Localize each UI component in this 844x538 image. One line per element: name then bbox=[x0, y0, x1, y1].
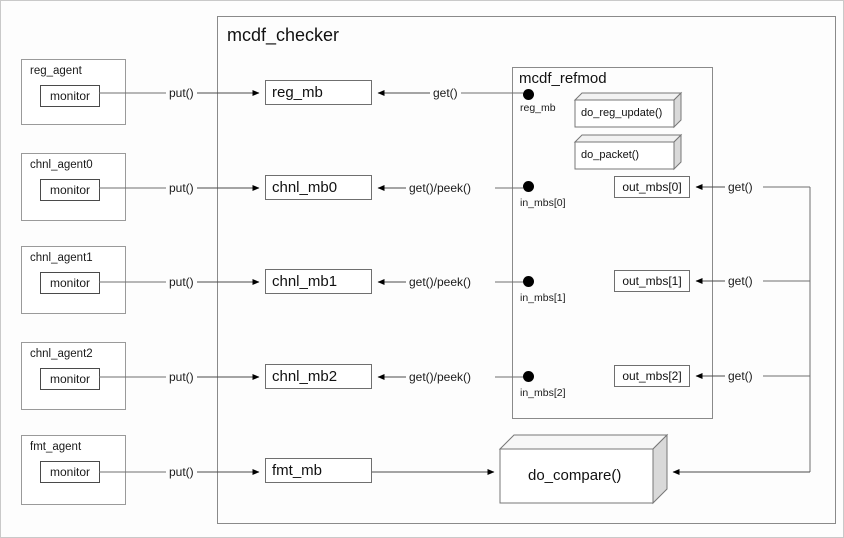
agent-label: chnl_agent2 bbox=[30, 348, 93, 360]
port-dot-reg-mb[interactable] bbox=[523, 89, 534, 100]
edge-label-getpeek-chnl0: get()/peek() bbox=[406, 181, 475, 195]
edge-label-get-out2: get() bbox=[725, 369, 756, 383]
cube-label-do-compare: do_compare() bbox=[528, 467, 622, 484]
port-dot-in-mbs-1[interactable] bbox=[523, 276, 534, 287]
mcdf-checker-title: mcdf_checker bbox=[227, 25, 340, 45]
diagram-canvas: mcdf_checker mcdf_refmod reg_agent monit… bbox=[0, 0, 844, 538]
edge-label-getpeek-chnl2: get()/peek() bbox=[406, 370, 475, 384]
agent-label: fmt_agent bbox=[30, 441, 82, 453]
edge-label-get-out0: get() bbox=[725, 180, 756, 194]
monitor-box[interactable]: monitor bbox=[40, 368, 100, 390]
port-label-in-mbs-0: in_mbs[0] bbox=[520, 197, 566, 209]
port-dot-in-mbs-2[interactable] bbox=[523, 371, 534, 382]
agent-box-chnl-agent2[interactable]: chnl_agent2 monitor bbox=[21, 342, 126, 410]
mcdf-refmod-title: mcdf_refmod bbox=[519, 70, 607, 87]
edge-label-put-chnl0: put() bbox=[166, 181, 197, 195]
edge-label-put-fmt: put() bbox=[166, 465, 197, 479]
mailbox-chnl-mb0[interactable]: chnl_mb0 bbox=[265, 175, 372, 200]
monitor-box[interactable]: monitor bbox=[40, 461, 100, 483]
port-label-reg-mb: reg_mb bbox=[520, 102, 556, 114]
mailbox-fmt-mb[interactable]: fmt_mb bbox=[265, 458, 372, 483]
agent-box-fmt-agent[interactable]: fmt_agent monitor bbox=[21, 435, 126, 505]
edge-label-get-out1: get() bbox=[725, 274, 756, 288]
mailbox-chnl-mb1[interactable]: chnl_mb1 bbox=[265, 269, 372, 294]
port-label-in-mbs-2: in_mbs[2] bbox=[520, 387, 566, 399]
edge-label-put-chnl2: put() bbox=[166, 370, 197, 384]
edge-label-getpeek-chnl1: get()/peek() bbox=[406, 275, 475, 289]
cube-label-do-reg-update: do_reg_update() bbox=[581, 107, 663, 119]
edge-label-put-reg: put() bbox=[166, 86, 197, 100]
port-dot-in-mbs-0[interactable] bbox=[523, 181, 534, 192]
port-label-in-mbs-1: in_mbs[1] bbox=[520, 292, 566, 304]
agent-box-chnl-agent1[interactable]: chnl_agent1 monitor bbox=[21, 246, 126, 314]
out-mailbox-0[interactable]: out_mbs[0] bbox=[614, 176, 690, 198]
agent-label: chnl_agent1 bbox=[30, 252, 93, 264]
cube-label-do-packet: do_packet() bbox=[581, 149, 640, 161]
agent-box-reg-agent[interactable]: reg_agent monitor bbox=[21, 59, 126, 125]
monitor-box[interactable]: monitor bbox=[40, 179, 100, 201]
edge-label-put-chnl1: put() bbox=[166, 275, 197, 289]
agent-label: chnl_agent0 bbox=[30, 159, 93, 171]
monitor-box[interactable]: monitor bbox=[40, 272, 100, 294]
monitor-box[interactable]: monitor bbox=[40, 85, 100, 107]
out-mailbox-2[interactable]: out_mbs[2] bbox=[614, 365, 690, 387]
agent-box-chnl-agent0[interactable]: chnl_agent0 monitor bbox=[21, 153, 126, 221]
mailbox-chnl-mb2[interactable]: chnl_mb2 bbox=[265, 364, 372, 389]
agent-label: reg_agent bbox=[30, 65, 82, 77]
mailbox-reg-mb[interactable]: reg_mb bbox=[265, 80, 372, 105]
out-mailbox-1[interactable]: out_mbs[1] bbox=[614, 270, 690, 292]
edge-label-get-reg: get() bbox=[430, 86, 461, 100]
